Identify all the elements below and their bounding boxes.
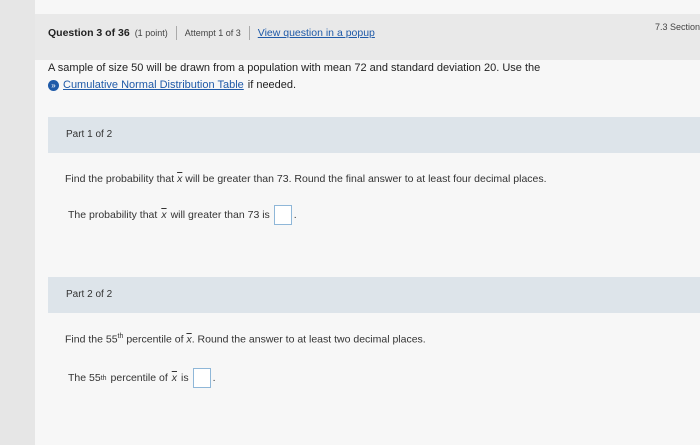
- part-2-prompt-b: percentile of: [126, 333, 184, 346]
- question-intro: A sample of size 50 will be drawn from a…: [48, 60, 648, 94]
- question-header: Question 3 of 36 (1 point) Attempt 1 of …: [48, 26, 375, 40]
- part-2-prompt-a: Find the 55: [65, 333, 118, 346]
- part-1-answer-line: The probability that x will greater than…: [68, 205, 297, 225]
- probability-answer-input[interactable]: [273, 205, 292, 225]
- ordinal-sup: th: [117, 333, 124, 340]
- intro-link-line: » Cumulative Normal Distribution Table i…: [48, 77, 648, 94]
- x-bar-symbol: x: [171, 372, 177, 384]
- x-bar-symbol: x: [177, 173, 183, 185]
- section-label: 7.3 Section: [654, 22, 700, 32]
- intro-text: A sample of size 50 will be drawn from a…: [48, 62, 541, 74]
- part-2-answer-end: .: [212, 372, 216, 384]
- part-2-answer-c: is: [181, 372, 189, 384]
- normal-table-link[interactable]: Cumulative Normal Distribution Table: [63, 77, 244, 94]
- left-strip: [0, 0, 35, 445]
- view-popup-link[interactable]: View question in a popup: [258, 27, 375, 39]
- part-2-prompt-c: . Round the answer to at least two decim…: [191, 333, 426, 346]
- part-1-prompt: Find the probability that x will be grea…: [65, 173, 547, 185]
- ordinal-sup: th: [100, 374, 107, 382]
- part-1-answer-b: will greater than 73 is: [170, 209, 270, 221]
- intro-suffix: if needed.: [247, 79, 297, 91]
- table-link-icon[interactable]: »: [48, 80, 59, 91]
- part-2-header: Part 2 of 2: [48, 277, 700, 313]
- header-divider: [175, 26, 177, 40]
- part-2-label: Part 2 of 2: [66, 289, 113, 300]
- x-bar-symbol: x: [161, 209, 167, 221]
- part-1-answer-end: .: [293, 209, 297, 221]
- part-1-header: Part 1 of 2: [48, 117, 700, 153]
- question-points: (1 point): [134, 28, 168, 38]
- header-divider: [248, 26, 250, 40]
- part-2-answer-b: percentile of: [110, 372, 168, 384]
- part-2-prompt: Find the 55th percentile of x. Round the…: [65, 333, 426, 346]
- percentile-answer-input[interactable]: [192, 368, 211, 388]
- attempt-count: Attempt 1 of 3: [184, 28, 241, 38]
- question-number: Question 3 of 36: [48, 27, 130, 39]
- part-1-prompt-b: will be greater than 73. Round the final…: [185, 173, 547, 185]
- part-1-label: Part 1 of 2: [66, 129, 113, 140]
- part-2-answer-a: The 55: [68, 372, 101, 384]
- part-1-prompt-a: Find the probability that: [65, 173, 175, 185]
- part-2-answer-line: The 55th percentile of x is .: [68, 368, 216, 388]
- part-1-answer-a: The probability that: [68, 209, 158, 221]
